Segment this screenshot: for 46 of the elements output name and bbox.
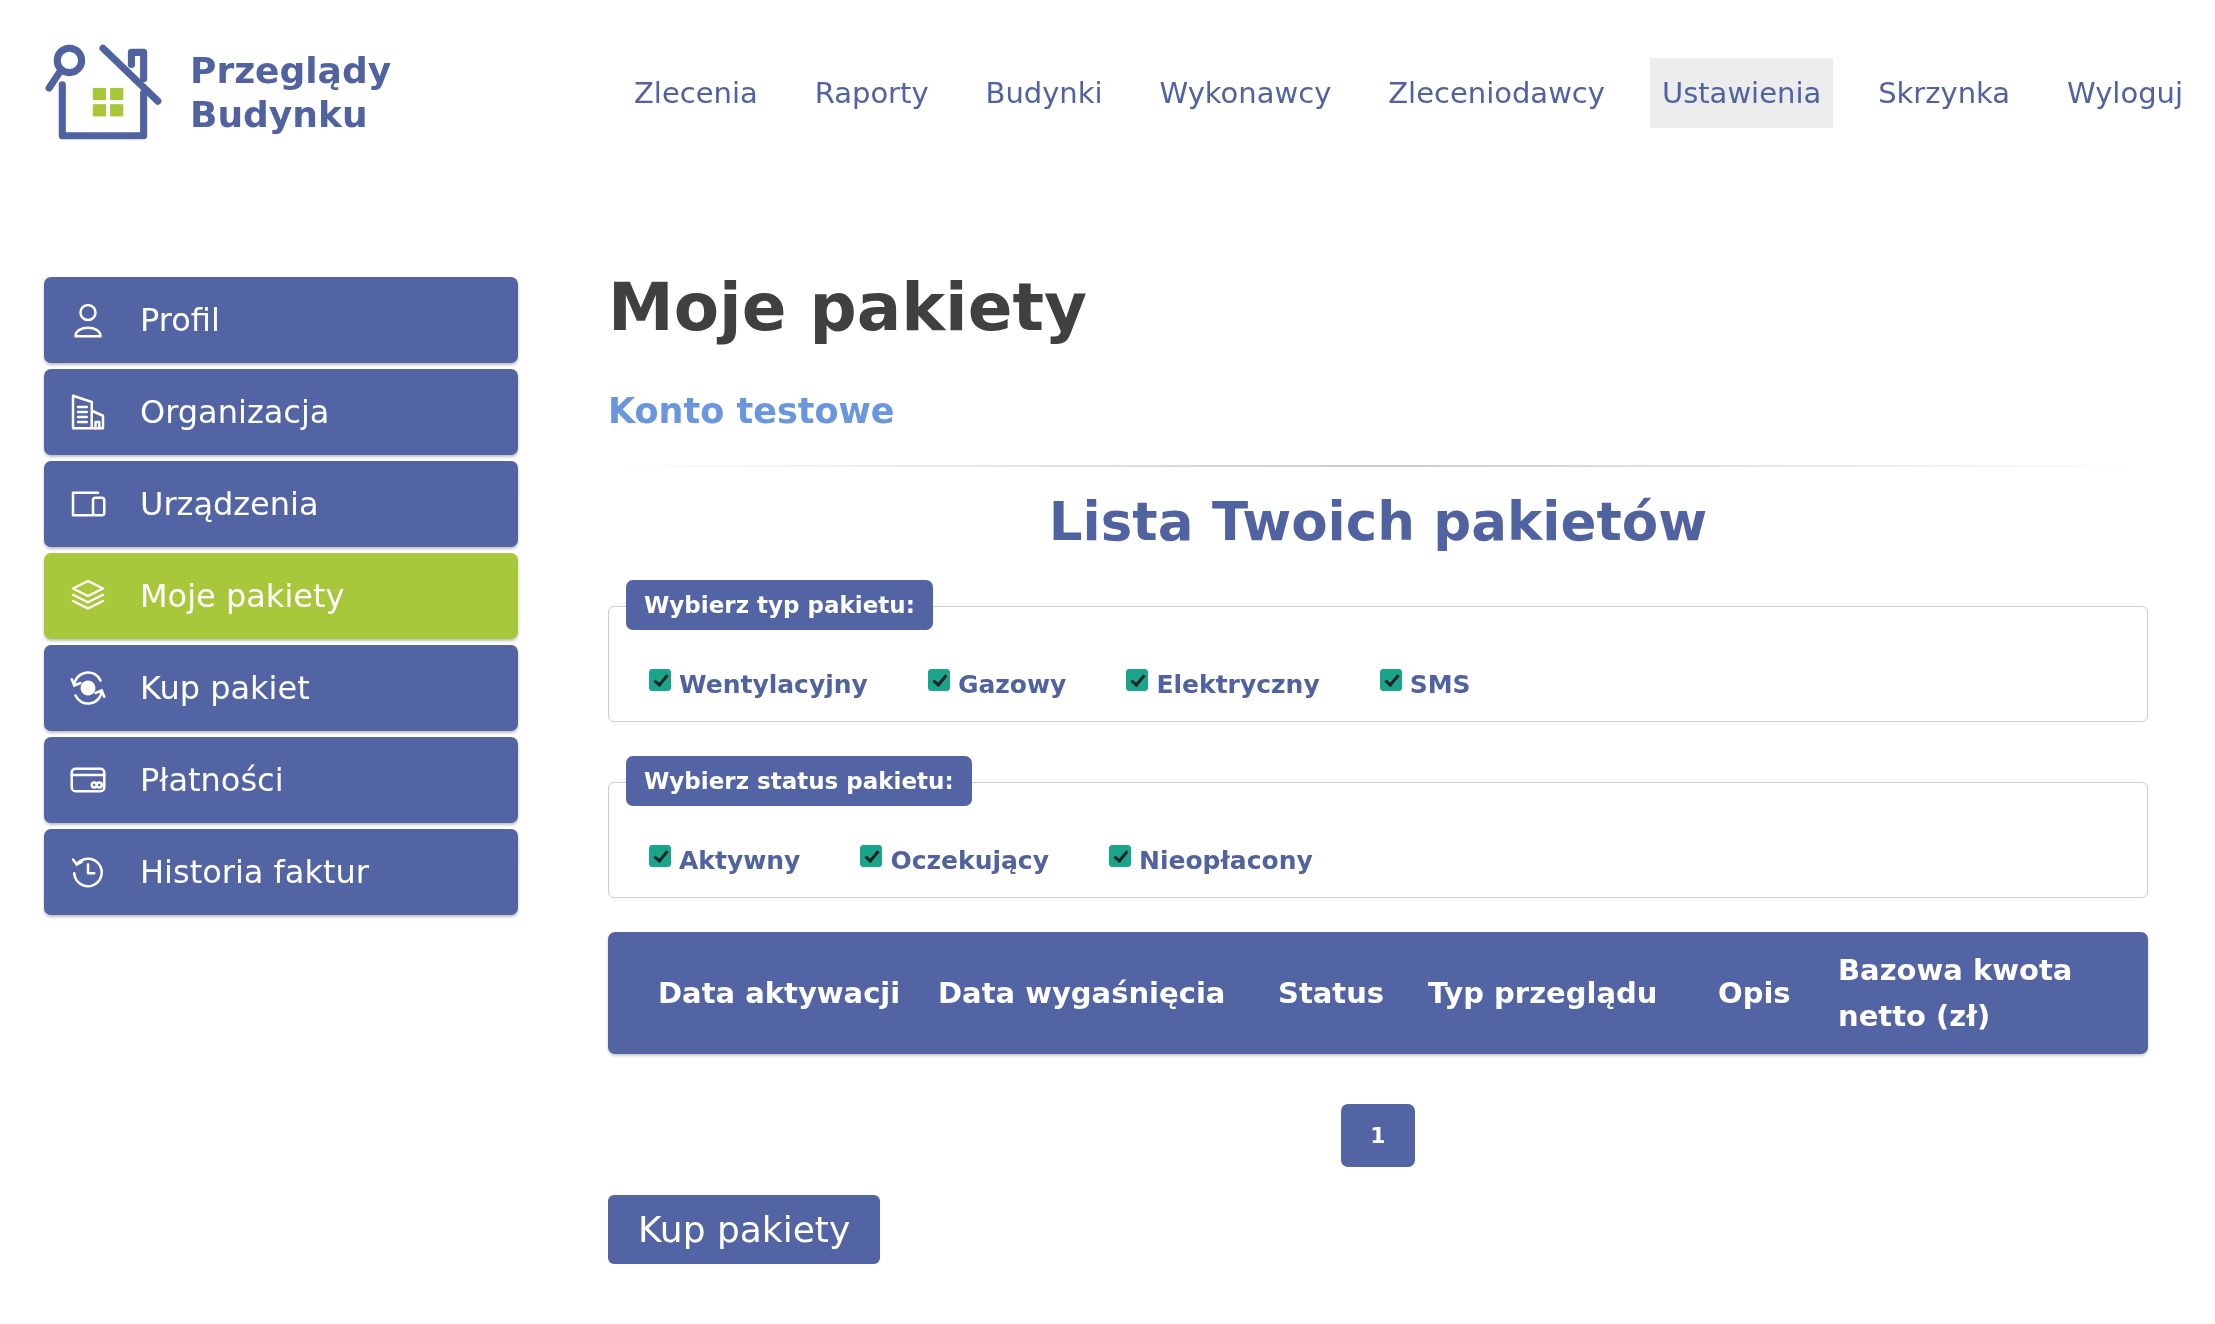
nav-link[interactable]: Zleceniodawcy <box>1376 57 1617 128</box>
page-title: Moje pakiety <box>608 268 1088 348</box>
buy-packages-button[interactable]: Kup pakiety <box>608 1195 881 1264</box>
checkbox[interactable] <box>649 845 671 867</box>
checkbox[interactable] <box>1379 669 1402 691</box>
filter-legend: Wybierz typ pakietu: <box>626 580 933 630</box>
nav-link[interactable]: Ustawienia <box>1649 57 1834 128</box>
list-title: Lista Twoich pakietów <box>1047 491 1709 552</box>
filter-option[interactable]: Oczekujący <box>860 845 1049 875</box>
page-button[interactable]: 1 <box>1341 1104 1415 1167</box>
column-header: Status <box>1278 975 1386 1012</box>
nav-link[interactable]: Budynki <box>973 57 1115 128</box>
logo-text: Przeglądy Budynku <box>190 48 392 137</box>
column-header: Opis <box>1718 975 1792 1012</box>
option-label: Aktywny <box>679 845 801 875</box>
sidebar-item[interactable]: Płatności <box>44 737 518 823</box>
sidebar-item[interactable]: Profil <box>44 277 518 363</box>
filter-legend: Wybierz status pakietu: <box>626 756 972 806</box>
account-name: Konto testowe <box>608 391 896 431</box>
nav-link[interactable]: Skrzynka <box>1866 57 2023 128</box>
column-header: Data aktywacji <box>658 975 902 1012</box>
nav-link[interactable]: Raporty <box>802 57 941 128</box>
sidebar-item[interactable]: Urządzenia <box>44 461 518 547</box>
checkbox[interactable] <box>1109 845 1131 867</box>
filter-option[interactable]: SMS <box>1379 669 1471 699</box>
option-label: Oczekujący <box>890 845 1049 875</box>
checkbox[interactable] <box>927 669 950 691</box>
nav-link[interactable]: Wykonawcy <box>1147 57 1344 128</box>
checkbox[interactable] <box>1126 669 1149 691</box>
option-label: SMS <box>1409 669 1471 699</box>
filter-option[interactable]: Elektryczny <box>1126 669 1320 699</box>
sidebar-item[interactable]: Historia faktur <box>44 829 518 915</box>
sidebar-item[interactable]: Kup pakiet <box>44 645 518 731</box>
sidebar-item[interactable]: Organizacja <box>44 369 518 455</box>
filter-option[interactable]: Gazowy <box>927 669 1067 699</box>
column-header: Bazowa kwota netto (zł) <box>1838 952 2074 1035</box>
money-exchange-icon <box>68 668 108 708</box>
column-header: Data wygaśnięcia <box>938 975 1227 1012</box>
option-label: Gazowy <box>957 669 1067 699</box>
checkbox[interactable] <box>649 669 671 691</box>
option-label: Elektryczny <box>1156 669 1320 699</box>
column-header: Typ przeglądu <box>1428 975 1659 1012</box>
nav-link[interactable]: Zlecenia <box>622 57 770 128</box>
nav-link[interactable]: Wyloguj <box>2055 57 2195 128</box>
checkbox[interactable] <box>860 845 883 867</box>
filter-option[interactable]: Aktywny <box>649 845 801 875</box>
